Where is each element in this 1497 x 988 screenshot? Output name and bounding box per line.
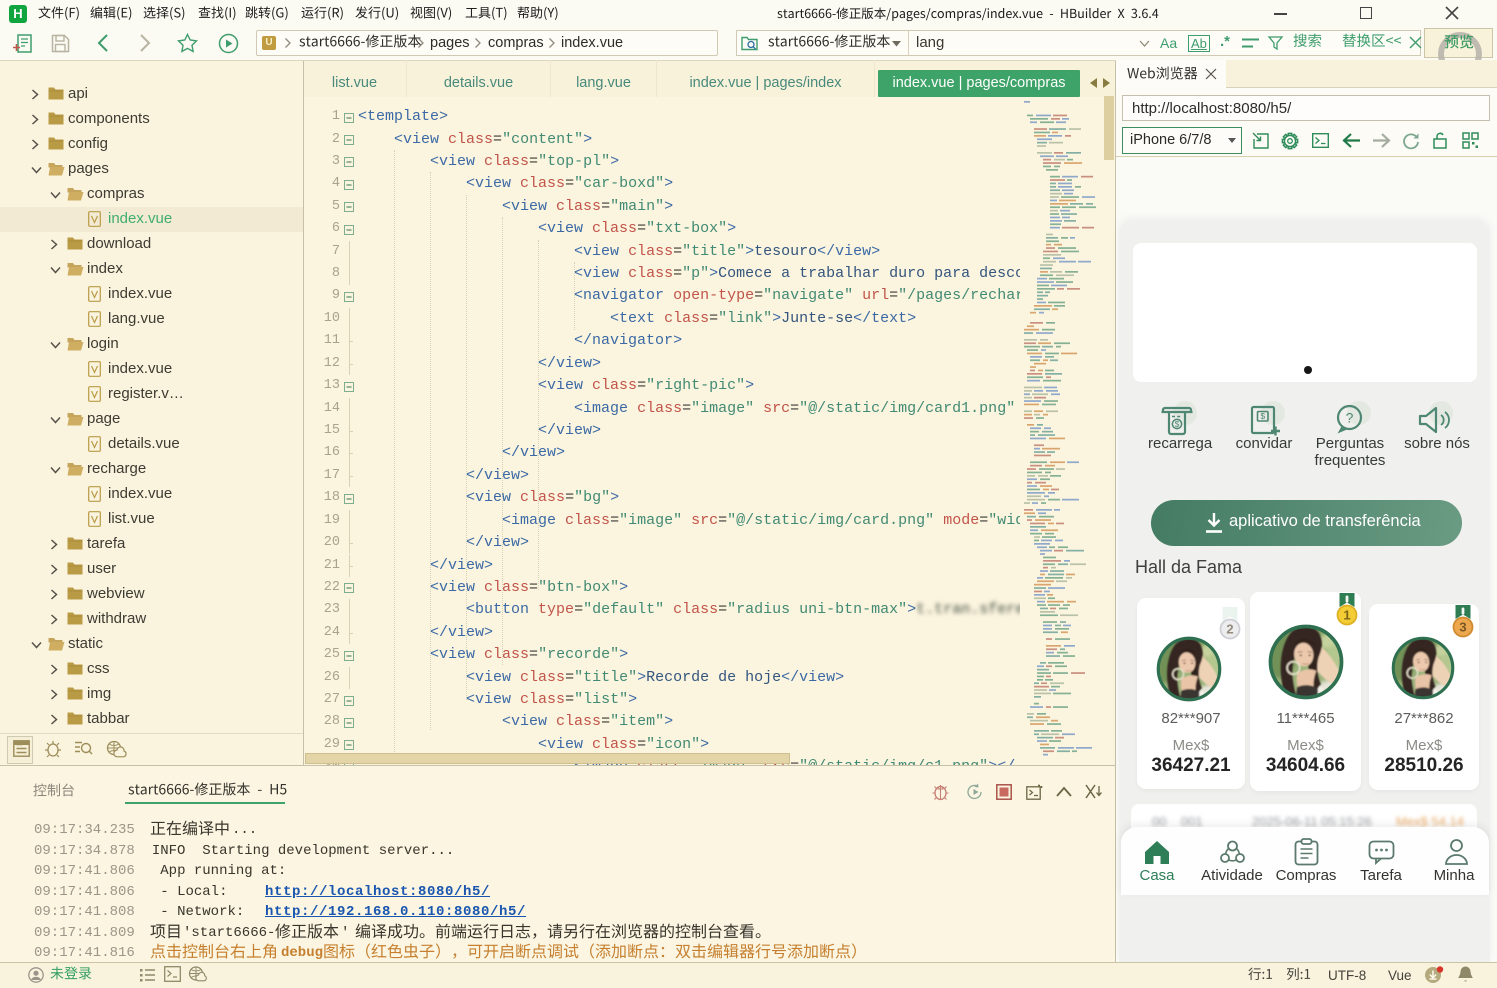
- svg-text:1: 1: [1343, 608, 1350, 623]
- svg-text:$: $: [1260, 411, 1265, 421]
- svg-text:?: ?: [1346, 410, 1354, 426]
- svg-text:$: $: [1175, 419, 1180, 429]
- svg-text:3: 3: [1459, 620, 1466, 635]
- svg-text:2: 2: [1226, 622, 1233, 637]
